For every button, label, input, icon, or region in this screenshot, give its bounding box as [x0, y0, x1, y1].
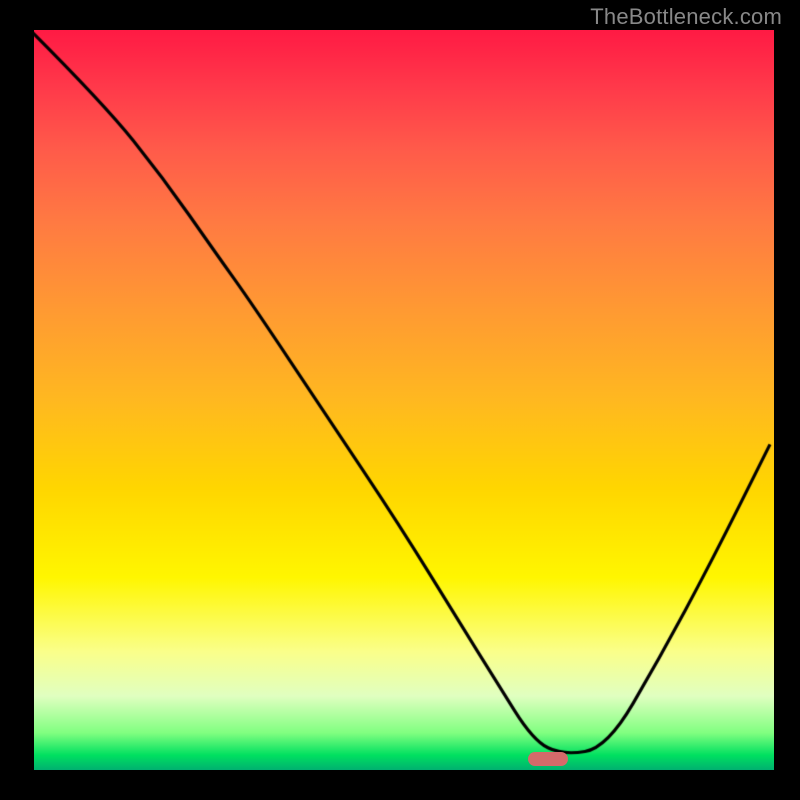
- watermark-text: TheBottleneck.com: [590, 4, 782, 30]
- optimal-marker: [528, 752, 568, 766]
- bottleneck-curve: [30, 30, 774, 774]
